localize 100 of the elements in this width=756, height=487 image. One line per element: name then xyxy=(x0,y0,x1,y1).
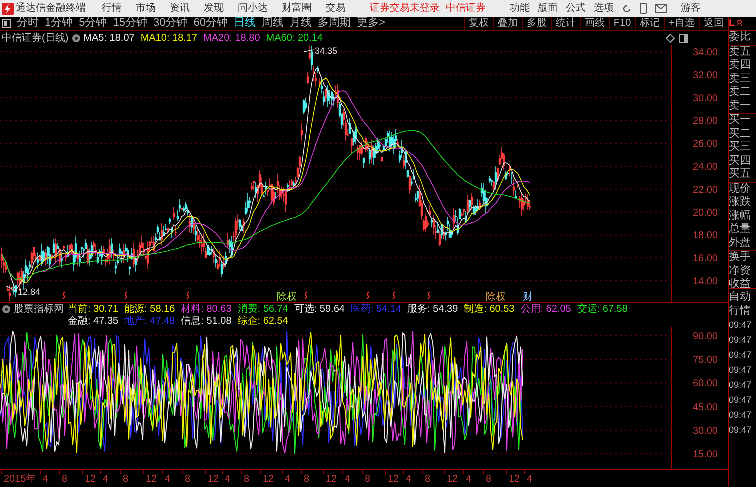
indicator-value: 公用: 62.05 xyxy=(520,304,572,316)
period-tab[interactable]: 5分钟 xyxy=(79,15,108,32)
toolbar-menu-item[interactable]: 选项 xyxy=(594,1,614,16)
quote-label: 涨幅 xyxy=(729,210,752,223)
chart-tool-button[interactable]: F10 xyxy=(608,16,636,30)
gear-icon[interactable] xyxy=(72,34,81,42)
indicator-axis-label: 30.00 xyxy=(692,426,718,437)
menu-item[interactable]: 发现 xyxy=(204,1,224,16)
event-marker-icon[interactable] xyxy=(186,292,190,300)
event-tag[interactable]: 除权 xyxy=(486,292,506,302)
refresh-icon[interactable] xyxy=(622,4,632,14)
menu-item[interactable]: 交易 xyxy=(326,1,346,16)
event-tag[interactable]: 除权 xyxy=(277,292,297,302)
gear-icon[interactable] xyxy=(2,305,11,314)
period-tab[interactable]: 1分钟 xyxy=(45,15,74,32)
ma-value: MA60: 20.14 xyxy=(266,32,323,46)
panel-toggle[interactable]: R xyxy=(737,16,743,30)
chart-tool-button[interactable]: 统计 xyxy=(550,16,580,30)
price-axis-label: 30.00 xyxy=(692,93,718,104)
indicator-value: 综企: 62.54 xyxy=(238,316,288,328)
indicator-value: 医药: 54.14 xyxy=(350,304,402,316)
indicator-value: 地产: 47.48 xyxy=(124,316,176,328)
phone-icon[interactable] xyxy=(640,3,647,14)
chart-tool-button[interactable]: 标记 xyxy=(635,16,664,30)
price-axis-label: 26.00 xyxy=(692,139,718,150)
chart-tool-button[interactable]: 叠加 xyxy=(492,16,522,30)
menu-item[interactable]: 问小达 xyxy=(238,1,268,16)
trade-time: 09:47 xyxy=(729,409,753,422)
quote-mode-tab[interactable]: 自动 xyxy=(729,290,756,304)
window-icon[interactable] xyxy=(679,34,688,42)
event-marker-icon[interactable] xyxy=(366,292,370,300)
toolbar-menu-item[interactable]: 版面 xyxy=(538,1,558,16)
indicator-value: 当前: 30.71 xyxy=(68,304,119,316)
event-marker-icon[interactable] xyxy=(428,292,430,300)
event-marker-icon[interactable] xyxy=(392,292,396,300)
indicator-title: 股票指标网 xyxy=(14,304,64,316)
trade-time: 09:47 xyxy=(729,319,753,332)
price-axis-label: 22.00 xyxy=(692,184,718,196)
period-tab[interactable]: 周线 xyxy=(262,15,284,32)
date-axis-label: 8 xyxy=(365,474,371,485)
date-axis-label: 2015年 xyxy=(4,474,36,485)
indicator-axis-label: 15.00 xyxy=(692,449,718,460)
quote-label: 卖四 xyxy=(729,59,752,72)
quote-label: 委比 xyxy=(729,31,752,44)
date-axis-label: 4 xyxy=(165,474,171,485)
chart-tool-button[interactable]: 多股 xyxy=(522,16,551,30)
indicator-value: 消费: 56.74 xyxy=(238,304,288,316)
date-axis-label: 4 xyxy=(466,474,472,485)
price-axis-label: 24.00 xyxy=(692,162,718,173)
diamond-icon[interactable] xyxy=(666,34,675,42)
quote-label: 卖五 xyxy=(729,46,752,59)
ma-value: MA10: 18.17 xyxy=(140,32,198,46)
toolbar-menu-item[interactable]: 功能 xyxy=(510,1,530,16)
period-tab[interactable]: 分时 xyxy=(17,15,39,32)
period-tab[interactable]: 15分钟 xyxy=(113,15,148,32)
indicator-axis-label: 90.00 xyxy=(692,332,718,342)
trade-time: 09:47 xyxy=(729,349,753,362)
login-status[interactable]: 证券交易未登录 xyxy=(370,1,440,16)
date-axis-label: 12 xyxy=(263,474,274,485)
event-marker-icon[interactable] xyxy=(304,292,308,300)
period-tab[interactable]: 多周期 xyxy=(318,15,351,32)
user-name[interactable]: 游客 xyxy=(681,1,701,16)
period-tab[interactable]: 30分钟 xyxy=(154,15,188,32)
menu-item[interactable]: 市场 xyxy=(136,1,156,16)
date-axis-label: 12 xyxy=(85,474,96,485)
chart-title: 中信证券(日线) xyxy=(2,32,69,46)
toolbar-menu-item[interactable]: 公式 xyxy=(566,1,586,16)
ma-value: MA5: 18.07 xyxy=(84,32,135,46)
date-axis-label: 4 xyxy=(103,474,109,485)
event-marker-icon[interactable] xyxy=(124,292,128,300)
panel-toggle-icon[interactable] xyxy=(2,19,11,28)
price-axis-label: 34.00 xyxy=(692,48,718,58)
period-tab[interactable]: 更多> xyxy=(357,15,386,32)
date-axis-label: 8 xyxy=(185,474,191,485)
chart-tool-button[interactable]: 画线 xyxy=(580,16,609,30)
price-axis-label: 18.00 xyxy=(692,230,718,242)
menu-item[interactable]: 行情 xyxy=(102,1,122,16)
period-tab[interactable]: 60分钟 xyxy=(194,15,228,32)
trade-time: 09:47 xyxy=(729,379,753,392)
chart-tool-button[interactable]: 返回 xyxy=(699,16,728,30)
quote-mode-tab[interactable]: 行情 xyxy=(729,304,756,318)
quote-label: 外盘 xyxy=(729,236,752,250)
quote-label: 买一 xyxy=(729,114,752,128)
date-axis-label: 4 xyxy=(43,474,49,485)
panel-toggle[interactable]: L xyxy=(729,16,736,30)
quote-label: 买四 xyxy=(729,154,752,168)
indicator-value: 交运: 67.58 xyxy=(577,304,628,316)
menu-item[interactable]: 资讯 xyxy=(170,1,190,16)
chart-tool-button[interactable]: 复权 xyxy=(464,16,493,30)
event-tag[interactable]: 财 xyxy=(523,292,533,302)
period-tab[interactable]: 日线 xyxy=(234,15,256,32)
menu-item[interactable]: 财富圈 xyxy=(282,1,312,16)
mail-icon[interactable] xyxy=(655,4,667,13)
period-tab[interactable]: 月线 xyxy=(290,15,312,32)
chart-tool-button[interactable]: +自选 xyxy=(664,16,699,30)
quote-label: 买三 xyxy=(729,141,752,154)
event-marker-icon[interactable] xyxy=(62,292,66,300)
broker-name[interactable]: 中信证券 xyxy=(446,1,486,16)
date-axis-label: 4 xyxy=(225,474,231,485)
indicator-axis-label: 45.00 xyxy=(692,402,718,414)
